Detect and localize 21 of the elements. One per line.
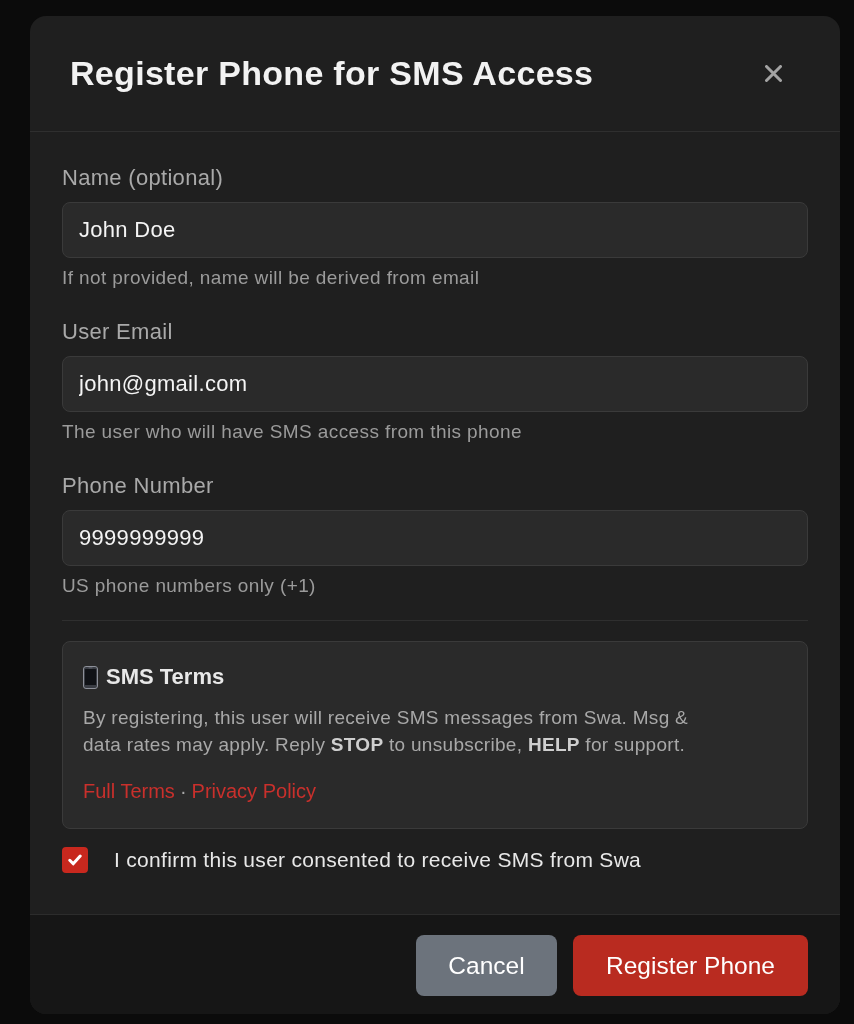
close-button[interactable] <box>765 65 782 82</box>
field-label: User Email <box>62 319 173 345</box>
help-text: US phone numbers only (+1) <box>62 574 316 598</box>
register-button[interactable]: Register Phone <box>573 935 808 996</box>
terms-text: By registering, this user will receive SMS messages from Swa. Msg & data rates may apply. Reply STOP to unsubscribe, HELP for support. <box>83 706 690 757</box>
dialog-title: Register Phone for SMS Access <box>70 54 594 93</box>
input-field[interactable]: John Doe <box>62 202 808 258</box>
field-label: Phone Number <box>62 473 214 499</box>
checkmark-icon <box>68 854 82 866</box>
consent-checkbox[interactable] <box>62 847 88 873</box>
help-text: The user who will have SMS access from this phone <box>62 420 522 444</box>
link-separator: · <box>179 779 187 804</box>
field-label: Name (optional) <box>62 165 223 191</box>
consent-label: I confirm this user consented to receive SMS from Swa <box>114 848 642 872</box>
terms-title: SMS Terms <box>106 664 225 690</box>
cancel-button[interactable]: Cancel <box>416 935 557 996</box>
close-icon <box>765 65 782 82</box>
mobile-phone-icon <box>83 665 98 689</box>
input-field[interactable]: 9999999999 <box>62 510 808 566</box>
input-field[interactable]: john@gmail.com <box>62 356 808 412</box>
help-text: If not provided, name will be derived from email <box>62 266 480 290</box>
